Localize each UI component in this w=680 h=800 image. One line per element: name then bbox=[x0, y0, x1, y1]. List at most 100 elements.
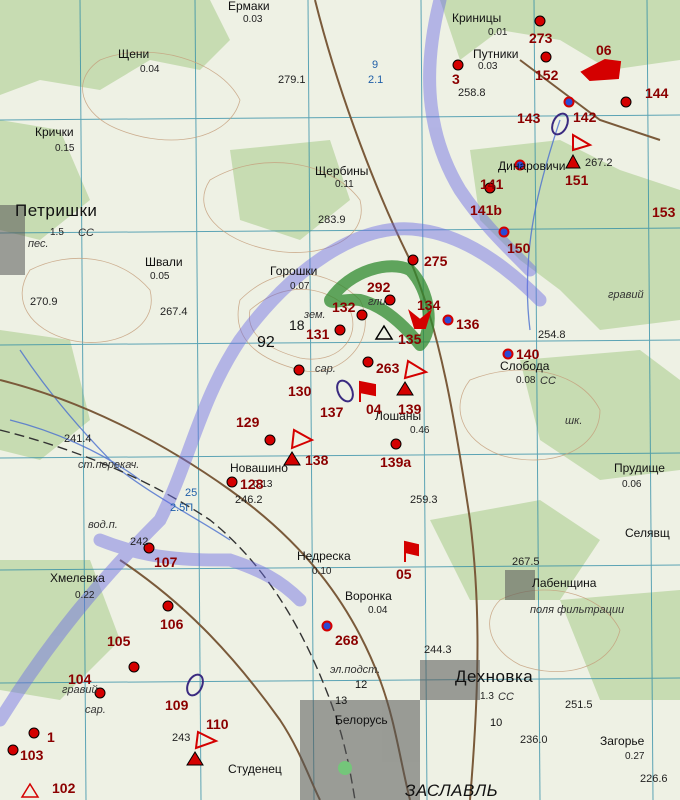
pop-krichki: 0.15 bbox=[55, 143, 75, 154]
site-dot-105[interactable] bbox=[128, 661, 140, 673]
site-dot-3[interactable] bbox=[452, 59, 464, 71]
site-label-134[interactable]: 134 bbox=[417, 298, 440, 312]
label-sand: пес. bbox=[28, 238, 49, 250]
site-label-141[interactable]: 141 bbox=[480, 177, 503, 191]
site-label-136[interactable]: 136 bbox=[456, 317, 479, 331]
site-dot-1[interactable] bbox=[28, 727, 40, 739]
site-dot-103[interactable] bbox=[7, 744, 19, 756]
elevation-243: 243 bbox=[172, 732, 191, 744]
pop-goroshki: 0.07 bbox=[290, 281, 310, 292]
label-earth: зем. bbox=[304, 309, 326, 321]
elevation-279-1: 279.1 bbox=[278, 74, 306, 86]
site-label-106[interactable]: 106 bbox=[160, 617, 183, 631]
site-label-153[interactable]: 153 bbox=[652, 205, 675, 219]
site-label-152[interactable]: 152 bbox=[535, 68, 558, 82]
site-label-263[interactable]: 263 bbox=[376, 361, 399, 375]
label-cc-dekhnovka: СС bbox=[498, 691, 514, 703]
site-label-110[interactable]: 110 bbox=[206, 717, 229, 731]
site-label-138[interactable]: 138 bbox=[305, 453, 328, 467]
site-label-04[interactable]: 04 bbox=[366, 402, 382, 416]
elevation-251-5: 251.5 bbox=[565, 699, 593, 711]
site-blue-136[interactable] bbox=[442, 314, 454, 326]
site-dot-273[interactable] bbox=[534, 15, 546, 27]
site-label-3[interactable]: 3 bbox=[452, 72, 460, 86]
site-dot-128[interactable] bbox=[226, 476, 238, 488]
site-dot-131[interactable] bbox=[334, 324, 346, 336]
site-label-143[interactable]: 143 bbox=[517, 111, 540, 125]
site-label-132[interactable]: 132 bbox=[332, 300, 355, 314]
site-label-131[interactable]: 131 bbox=[306, 327, 329, 341]
grid-number-25: 25 bbox=[185, 487, 198, 499]
site-label-102[interactable]: 102 bbox=[52, 781, 75, 795]
site-dot-130[interactable] bbox=[293, 364, 305, 376]
elevation-226-6: 226.6 bbox=[640, 773, 668, 785]
site-label-151[interactable]: 151 bbox=[565, 173, 588, 187]
site-label-104[interactable]: 104 bbox=[68, 672, 91, 686]
site-label-05[interactable]: 05 bbox=[396, 567, 412, 581]
site-dot-132[interactable] bbox=[356, 309, 368, 321]
pop-dekhnovka: 1.3 bbox=[480, 691, 494, 702]
settlement-shcherbiny: Щербины bbox=[315, 164, 369, 178]
site-label-141b[interactable]: 141b bbox=[470, 203, 502, 217]
pop-shvali: 0.05 bbox=[150, 271, 170, 282]
site-dot-144[interactable] bbox=[620, 96, 632, 108]
site-green-dot[interactable] bbox=[338, 761, 352, 775]
site-blue-150[interactable] bbox=[498, 226, 510, 238]
settlement-zagorye: Загорье bbox=[600, 734, 645, 748]
site-blue-268[interactable] bbox=[321, 620, 333, 632]
settlement-dekhnovka: Дехновка bbox=[455, 667, 534, 686]
site-dot-139a[interactable] bbox=[390, 438, 402, 450]
site-blue-142[interactable] bbox=[563, 96, 575, 108]
site-label-129[interactable]: 129 bbox=[236, 415, 259, 429]
elevation-267-5: 267.5 bbox=[512, 556, 540, 568]
site-label-105[interactable]: 105 bbox=[107, 634, 130, 648]
site-label-273[interactable]: 273 bbox=[529, 31, 552, 45]
pop-krinitsy: 0.01 bbox=[488, 27, 508, 38]
site-label-128[interactable]: 128 bbox=[240, 477, 263, 491]
site-label-137[interactable]: 137 bbox=[320, 405, 343, 419]
site-dot-263[interactable] bbox=[362, 356, 374, 368]
site-label-140[interactable]: 140 bbox=[516, 347, 539, 361]
elevation-259-3: 259.3 bbox=[410, 494, 438, 506]
settlement-dinarovichi: Динаровичи bbox=[498, 159, 566, 173]
site-blue-140[interactable] bbox=[502, 348, 514, 360]
site-label-292[interactable]: 292 bbox=[367, 280, 390, 294]
grid-number-9: 9 bbox=[372, 59, 379, 71]
label-school: шк. bbox=[565, 415, 583, 427]
site-label-144[interactable]: 144 bbox=[645, 86, 668, 100]
label-shed-north: сар. bbox=[315, 363, 336, 375]
elevation-242: 242 bbox=[130, 536, 149, 548]
site-label-139a[interactable]: 139a bbox=[380, 455, 411, 469]
site-label-135[interactable]: 135 bbox=[398, 332, 421, 346]
site-dot-152[interactable] bbox=[540, 51, 552, 63]
pop-nedreska: 0.10 bbox=[312, 566, 332, 577]
site-label-150[interactable]: 150 bbox=[507, 241, 530, 255]
site-label-06[interactable]: 06 bbox=[596, 43, 612, 57]
site-dot-129[interactable] bbox=[264, 434, 276, 446]
site-dot-275[interactable] bbox=[407, 254, 419, 266]
settlement-shcheni: Щени bbox=[118, 47, 150, 61]
site-label-275[interactable]: 275 bbox=[424, 254, 447, 268]
site-dot-106[interactable] bbox=[162, 600, 174, 612]
site-label-142[interactable]: 142 bbox=[573, 110, 596, 124]
settlement-studenets: Студенец bbox=[228, 762, 282, 776]
site-label-268[interactable]: 268 bbox=[335, 633, 358, 647]
pop-petrishki: 1.5 bbox=[50, 227, 64, 238]
pop-sloboda: 0.08 bbox=[516, 375, 536, 386]
label-filtration-fields: поля фильтрации bbox=[530, 604, 625, 616]
settlement-petrishki: Петришки bbox=[15, 201, 98, 220]
grid-number-18: 18 bbox=[289, 317, 305, 333]
settlement-putniki: Путники bbox=[473, 47, 519, 61]
site-label-109[interactable]: 109 bbox=[165, 698, 188, 712]
site-label-107[interactable]: 107 bbox=[154, 555, 177, 569]
site-label-1[interactable]: 1 bbox=[47, 730, 55, 744]
site-label-139[interactable]: 139 bbox=[398, 402, 421, 416]
settlement-voronka: Воронка bbox=[345, 589, 392, 603]
label-clay: гли. bbox=[368, 296, 389, 308]
site-label-103[interactable]: 103 bbox=[20, 748, 43, 762]
pop-khmelevka: 0.22 bbox=[75, 590, 95, 601]
elevation-254-8: 254.8 bbox=[538, 329, 566, 341]
site-label-130[interactable]: 130 bbox=[288, 384, 311, 398]
topographic-map[interactable]: Ермаки Криницы Путники Щени Крички Щерби… bbox=[0, 0, 680, 800]
label-gravel-east: гравий bbox=[608, 289, 644, 301]
